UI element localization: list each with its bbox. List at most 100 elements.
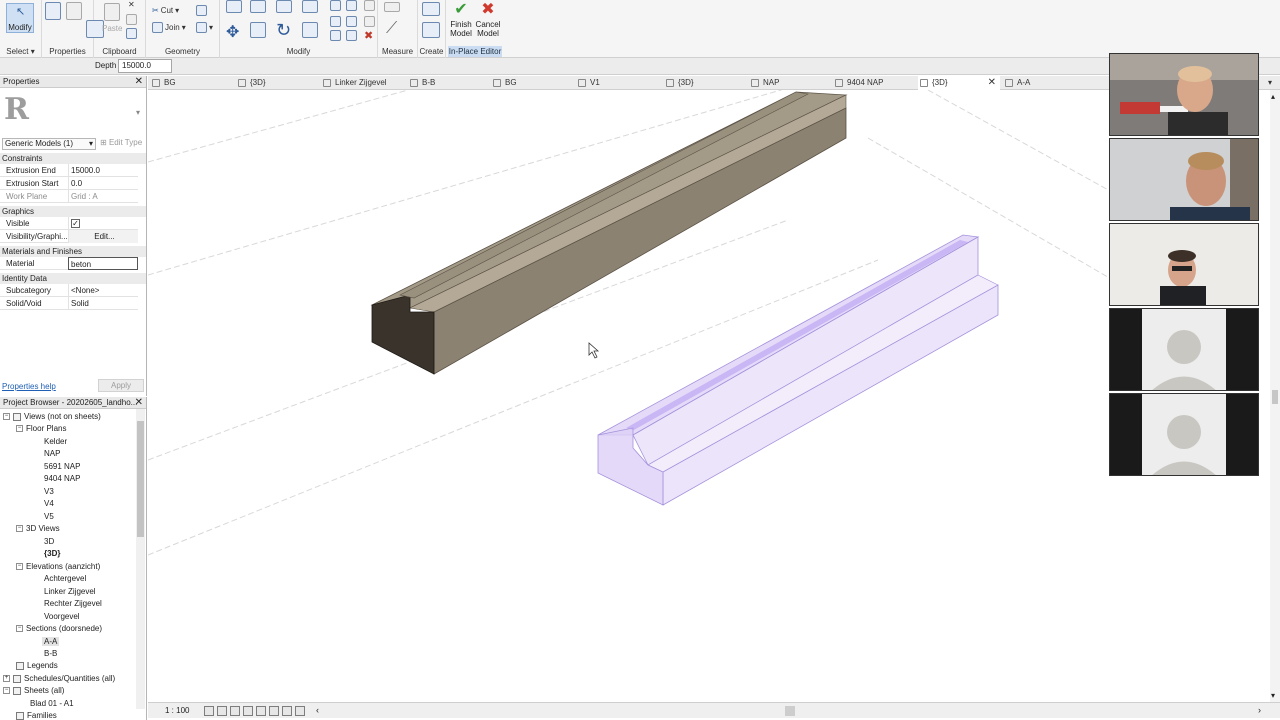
- array-linear-icon[interactable]: [346, 30, 357, 41]
- video-tile-participant-4[interactable]: [1109, 308, 1259, 391]
- scroll-left-icon[interactable]: ‹: [316, 705, 319, 715]
- close-icon[interactable]: ✕: [135, 76, 143, 88]
- edit-type-button[interactable]: ⊞ Edit Type: [100, 138, 142, 147]
- copy-icon[interactable]: [250, 22, 266, 38]
- visible-checkbox[interactable]: ✓: [68, 217, 138, 230]
- tree-item[interactable]: 3D: [44, 537, 54, 546]
- measure-dim-icon[interactable]: [384, 2, 400, 12]
- lock-view-icon[interactable]: [295, 706, 305, 716]
- crop-view-icon[interactable]: [269, 706, 279, 716]
- modify-button[interactable]: ↖ Modify: [6, 3, 34, 33]
- video-tile-participant-1[interactable]: [1109, 53, 1259, 136]
- prop-value-solid-void[interactable]: Solid: [68, 297, 138, 310]
- section-materials[interactable]: Materials and Finishes: [0, 246, 146, 257]
- prop-value-extrusion-start[interactable]: 0.0: [68, 177, 138, 190]
- tree-floor-plans[interactable]: − Floor Plans: [16, 424, 66, 433]
- delete-icon[interactable]: ✖: [364, 29, 373, 42]
- tree-item[interactable]: 9404 NAP: [44, 474, 80, 483]
- array-icon[interactable]: [346, 0, 357, 11]
- align-icon[interactable]: [226, 0, 242, 13]
- tree-item[interactable]: Blad 01 - A1: [30, 699, 74, 708]
- tab-active[interactable]: {3D} ✕: [918, 76, 1000, 90]
- pin-icon[interactable]: [346, 16, 357, 27]
- match-properties-icon[interactable]: [126, 28, 137, 39]
- finish-model-button[interactable]: ✔ Finish Model: [448, 0, 474, 44]
- collapse-icon[interactable]: −: [16, 425, 23, 432]
- detail-level-icon[interactable]: [204, 706, 214, 716]
- tree-item[interactable]: Achtergevel: [44, 574, 86, 583]
- section-constraints[interactable]: Constraints: [0, 153, 146, 164]
- depth-input[interactable]: 15000.0: [118, 59, 172, 73]
- paste-icon[interactable]: [104, 3, 126, 25]
- join-button[interactable]: Join ▾: [152, 22, 186, 33]
- type-selector[interactable]: Generic Models (1) ▾: [2, 138, 96, 150]
- tree-item[interactable]: NAP: [44, 449, 60, 458]
- tree-sheets[interactable]: − Sheets (all): [3, 686, 64, 695]
- tree-item[interactable]: B-B: [44, 649, 57, 658]
- cancel-model-button[interactable]: ✖ Cancel Model: [474, 0, 502, 44]
- tree-item[interactable]: Kelder: [44, 437, 67, 446]
- tab-view[interactable]: BG: [493, 76, 517, 90]
- show-crop-icon[interactable]: [282, 706, 292, 716]
- visibility-edit-button[interactable]: Edit...: [68, 230, 138, 243]
- section-graphics[interactable]: Graphics: [0, 206, 146, 217]
- move-icon[interactable]: ✥: [226, 22, 239, 42]
- tab-view[interactable]: V1: [578, 76, 600, 90]
- ghost-extrusion[interactable]: [597, 234, 999, 506]
- collapse-icon[interactable]: −: [16, 563, 23, 570]
- video-tile-participant-5[interactable]: [1109, 393, 1259, 476]
- concrete-beam[interactable]: [370, 91, 848, 375]
- video-tile-participant-2[interactable]: [1109, 138, 1259, 221]
- measure-tape-icon[interactable]: ⟋: [386, 20, 397, 38]
- tree-item[interactable]: Linker Zijgevel: [44, 587, 96, 596]
- viewport-vertical-scrollbar[interactable]: ▴ ▾: [1270, 90, 1280, 702]
- tree-schedules[interactable]: + Schedules/Quantities (all): [3, 674, 115, 683]
- apply-button[interactable]: Apply: [98, 379, 144, 392]
- tab-view[interactable]: Linker Zijgevel: [323, 76, 387, 90]
- close-icon[interactable]: ✕: [135, 397, 143, 409]
- select-dropdown[interactable]: Select ▾: [0, 47, 41, 56]
- collapse-icon[interactable]: −: [16, 625, 23, 632]
- section-identity[interactable]: Identity Data: [0, 273, 146, 284]
- cut-small-icon[interactable]: ✕: [128, 0, 135, 9]
- model-canvas[interactable]: [148, 90, 1270, 702]
- copy-small-icon[interactable]: [126, 14, 137, 25]
- scrollbar-thumb[interactable]: [1272, 390, 1278, 404]
- prop-value-extrusion-end[interactable]: 15000.0: [68, 164, 138, 177]
- collapse-icon[interactable]: −: [3, 413, 10, 420]
- tree-item-active[interactable]: {3D}: [44, 549, 60, 558]
- 3d-viewport[interactable]: [148, 90, 1270, 702]
- type-properties-icon[interactable]: [45, 2, 67, 24]
- sun-path-icon[interactable]: [230, 706, 240, 716]
- collapse-icon[interactable]: −: [16, 525, 23, 532]
- tree-item-selected[interactable]: A-A: [42, 637, 60, 646]
- type-dropdown-arrow-icon[interactable]: ▾: [136, 108, 140, 117]
- expand-icon[interactable]: +: [3, 675, 10, 682]
- tab-view[interactable]: 9404 NAP: [835, 76, 883, 90]
- scale-icon[interactable]: [364, 0, 375, 11]
- tab-view[interactable]: A-A: [1005, 76, 1030, 90]
- tree-item[interactable]: V3: [44, 487, 54, 496]
- collapse-icon[interactable]: −: [3, 687, 10, 694]
- split-icon[interactable]: [330, 16, 341, 27]
- tree-3d-views[interactable]: −3D Views: [16, 524, 60, 533]
- view-scale[interactable]: 1 : 100: [165, 706, 189, 715]
- prop-value-subcategory[interactable]: <None>: [68, 284, 138, 297]
- browser-scrollbar[interactable]: [136, 409, 145, 709]
- close-tab-icon[interactable]: ✕: [988, 76, 996, 90]
- tree-families[interactable]: Families: [16, 711, 57, 720]
- create-group-icon[interactable]: [422, 2, 440, 16]
- split-face-icon[interactable]: ▾: [196, 22, 213, 33]
- trim-icon[interactable]: [302, 22, 318, 38]
- video-tile-participant-3[interactable]: [1109, 223, 1259, 306]
- prop-value-material[interactable]: beton: [68, 257, 138, 270]
- mirror-draw-icon[interactable]: [302, 0, 318, 13]
- tree-item[interactable]: V4: [44, 499, 54, 508]
- properties-icon[interactable]: [66, 2, 88, 24]
- tab-overflow-icon[interactable]: ▾: [1268, 76, 1272, 90]
- tree-legends[interactable]: Legends: [16, 661, 58, 670]
- tab-view[interactable]: NAP: [751, 76, 779, 90]
- tree-item[interactable]: V5: [44, 512, 54, 521]
- tab-view[interactable]: BG: [152, 76, 176, 90]
- rotate-icon[interactable]: ↻: [276, 20, 291, 41]
